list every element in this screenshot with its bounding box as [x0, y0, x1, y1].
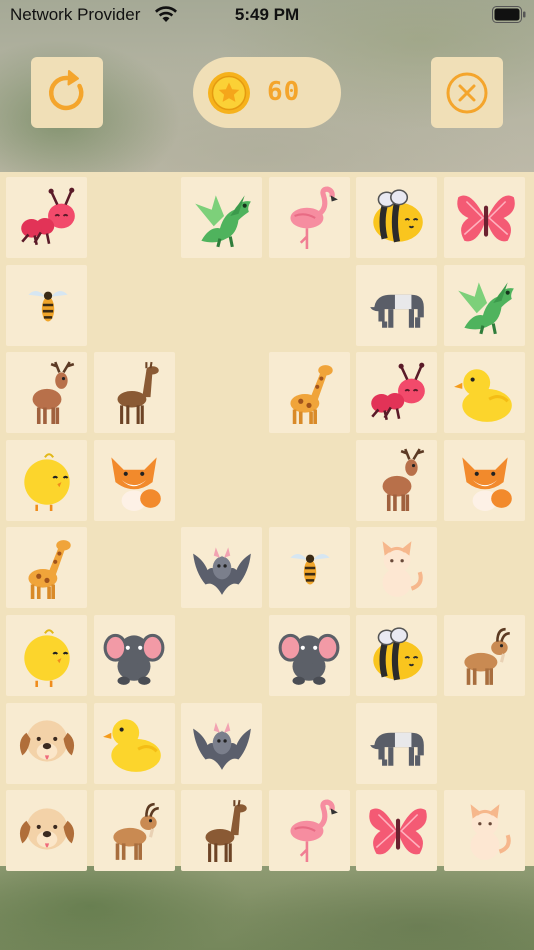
goat-icon: [113, 802, 159, 860]
tile-fox[interactable]: fox: [93, 439, 175, 521]
tile-duck[interactable]: duck: [444, 352, 525, 434]
bee-icon: [373, 626, 423, 680]
wasp-icon: [27, 291, 68, 322]
duck-icon: [103, 719, 161, 772]
elephant-icon: [103, 633, 165, 685]
clock: 5:49 PM: [234, 5, 300, 24]
tile-chick[interactable]: chick: [6, 615, 87, 696]
deer-icon: [382, 448, 425, 512]
llama-icon: [205, 799, 247, 862]
background-bottom: [0, 866, 534, 950]
tile-giraffe[interactable]: giraffe: [6, 527, 87, 609]
dog-icon: [19, 720, 74, 762]
tile-butterfly[interactable]: butterfly: [444, 177, 525, 258]
ant-icon: [20, 187, 75, 245]
status-bar: Network Provider 5:49 PM: [0, 0, 534, 30]
tile-llama[interactable]: llama: [93, 352, 175, 434]
bee-icon: [373, 188, 423, 242]
battery-icon: [492, 6, 526, 23]
flamingo-icon: [290, 186, 339, 249]
llama-icon: [117, 361, 159, 424]
giraffe-icon: [27, 540, 71, 599]
tile-fox[interactable]: fox: [444, 439, 525, 521]
refresh-button[interactable]: [31, 57, 103, 128]
chick-icon: [23, 628, 70, 687]
bat-icon: [192, 722, 251, 770]
tile-wasp[interactable]: wasp: [268, 527, 350, 609]
tile-dog[interactable]: dog: [6, 790, 87, 872]
goat-icon: [463, 627, 510, 685]
tile-deer[interactable]: deer: [356, 439, 438, 521]
tile-cat[interactable]: cat: [444, 790, 525, 872]
fox-icon: [461, 457, 512, 512]
tile-duck[interactable]: duck: [93, 702, 175, 784]
elephant-icon: [278, 633, 340, 685]
cat-icon: [470, 803, 511, 860]
tile-ant[interactable]: ant: [356, 352, 438, 434]
tile-flamingo[interactable]: flamingo: [268, 790, 350, 872]
refresh-icon: [48, 69, 84, 110]
wasp-icon: [290, 553, 330, 585]
tile-wasp[interactable]: wasp: [6, 264, 87, 346]
coin-count: 60: [267, 77, 301, 107]
coin-counter: 60: [193, 57, 341, 128]
deer-icon: [32, 361, 74, 424]
close-button[interactable]: [431, 57, 503, 128]
butterfly-icon: [456, 195, 515, 241]
tapir-icon: [370, 294, 424, 328]
tile-tapir[interactable]: tapir: [356, 264, 438, 346]
tile-dragon[interactable]: dragon: [181, 177, 263, 258]
coin-star-icon: [208, 72, 250, 114]
tile-elephant[interactable]: elephant: [93, 615, 175, 696]
butterfly-icon: [369, 808, 427, 855]
tile-flamingo[interactable]: flamingo: [268, 177, 350, 258]
duck-icon: [453, 368, 512, 422]
tile-goat[interactable]: goat: [93, 790, 175, 872]
tile-bat[interactable]: bat: [181, 702, 263, 784]
tile-elephant[interactable]: elephant: [268, 615, 350, 696]
tile-dragon[interactable]: dragon: [444, 264, 525, 346]
tile-deer[interactable]: deer: [6, 352, 87, 434]
tile-bat[interactable]: bat: [181, 527, 263, 609]
fox-icon: [111, 457, 161, 512]
tile-tapir[interactable]: tapir: [356, 702, 438, 784]
tile-goat[interactable]: goat: [444, 615, 525, 696]
bat-icon: [192, 547, 251, 595]
tile-cat[interactable]: cat: [356, 527, 438, 609]
dragon-icon: [194, 194, 251, 247]
tile-chick[interactable]: chick: [6, 439, 87, 521]
game-board: ant dragon flamingo bee butterfly wasp t…: [0, 172, 534, 872]
tile-llama[interactable]: llama: [181, 790, 263, 872]
tile-bee[interactable]: bee: [356, 177, 438, 258]
dragon-icon: [457, 282, 514, 335]
ant-icon: [371, 362, 425, 420]
dog-icon: [19, 808, 74, 850]
tile-dog[interactable]: dog: [6, 702, 87, 784]
tapir-icon: [370, 732, 424, 766]
tile-bee[interactable]: bee: [356, 615, 438, 696]
chick-icon: [23, 453, 70, 512]
close-circle-icon: [446, 72, 488, 113]
cat-icon: [382, 541, 423, 597]
tile-ant[interactable]: ant: [6, 177, 87, 258]
giraffe-icon: [290, 364, 334, 424]
tile-giraffe[interactable]: giraffe: [268, 352, 350, 434]
tile-butterfly[interactable]: butterfly: [356, 790, 438, 872]
flamingo-icon: [290, 799, 339, 862]
